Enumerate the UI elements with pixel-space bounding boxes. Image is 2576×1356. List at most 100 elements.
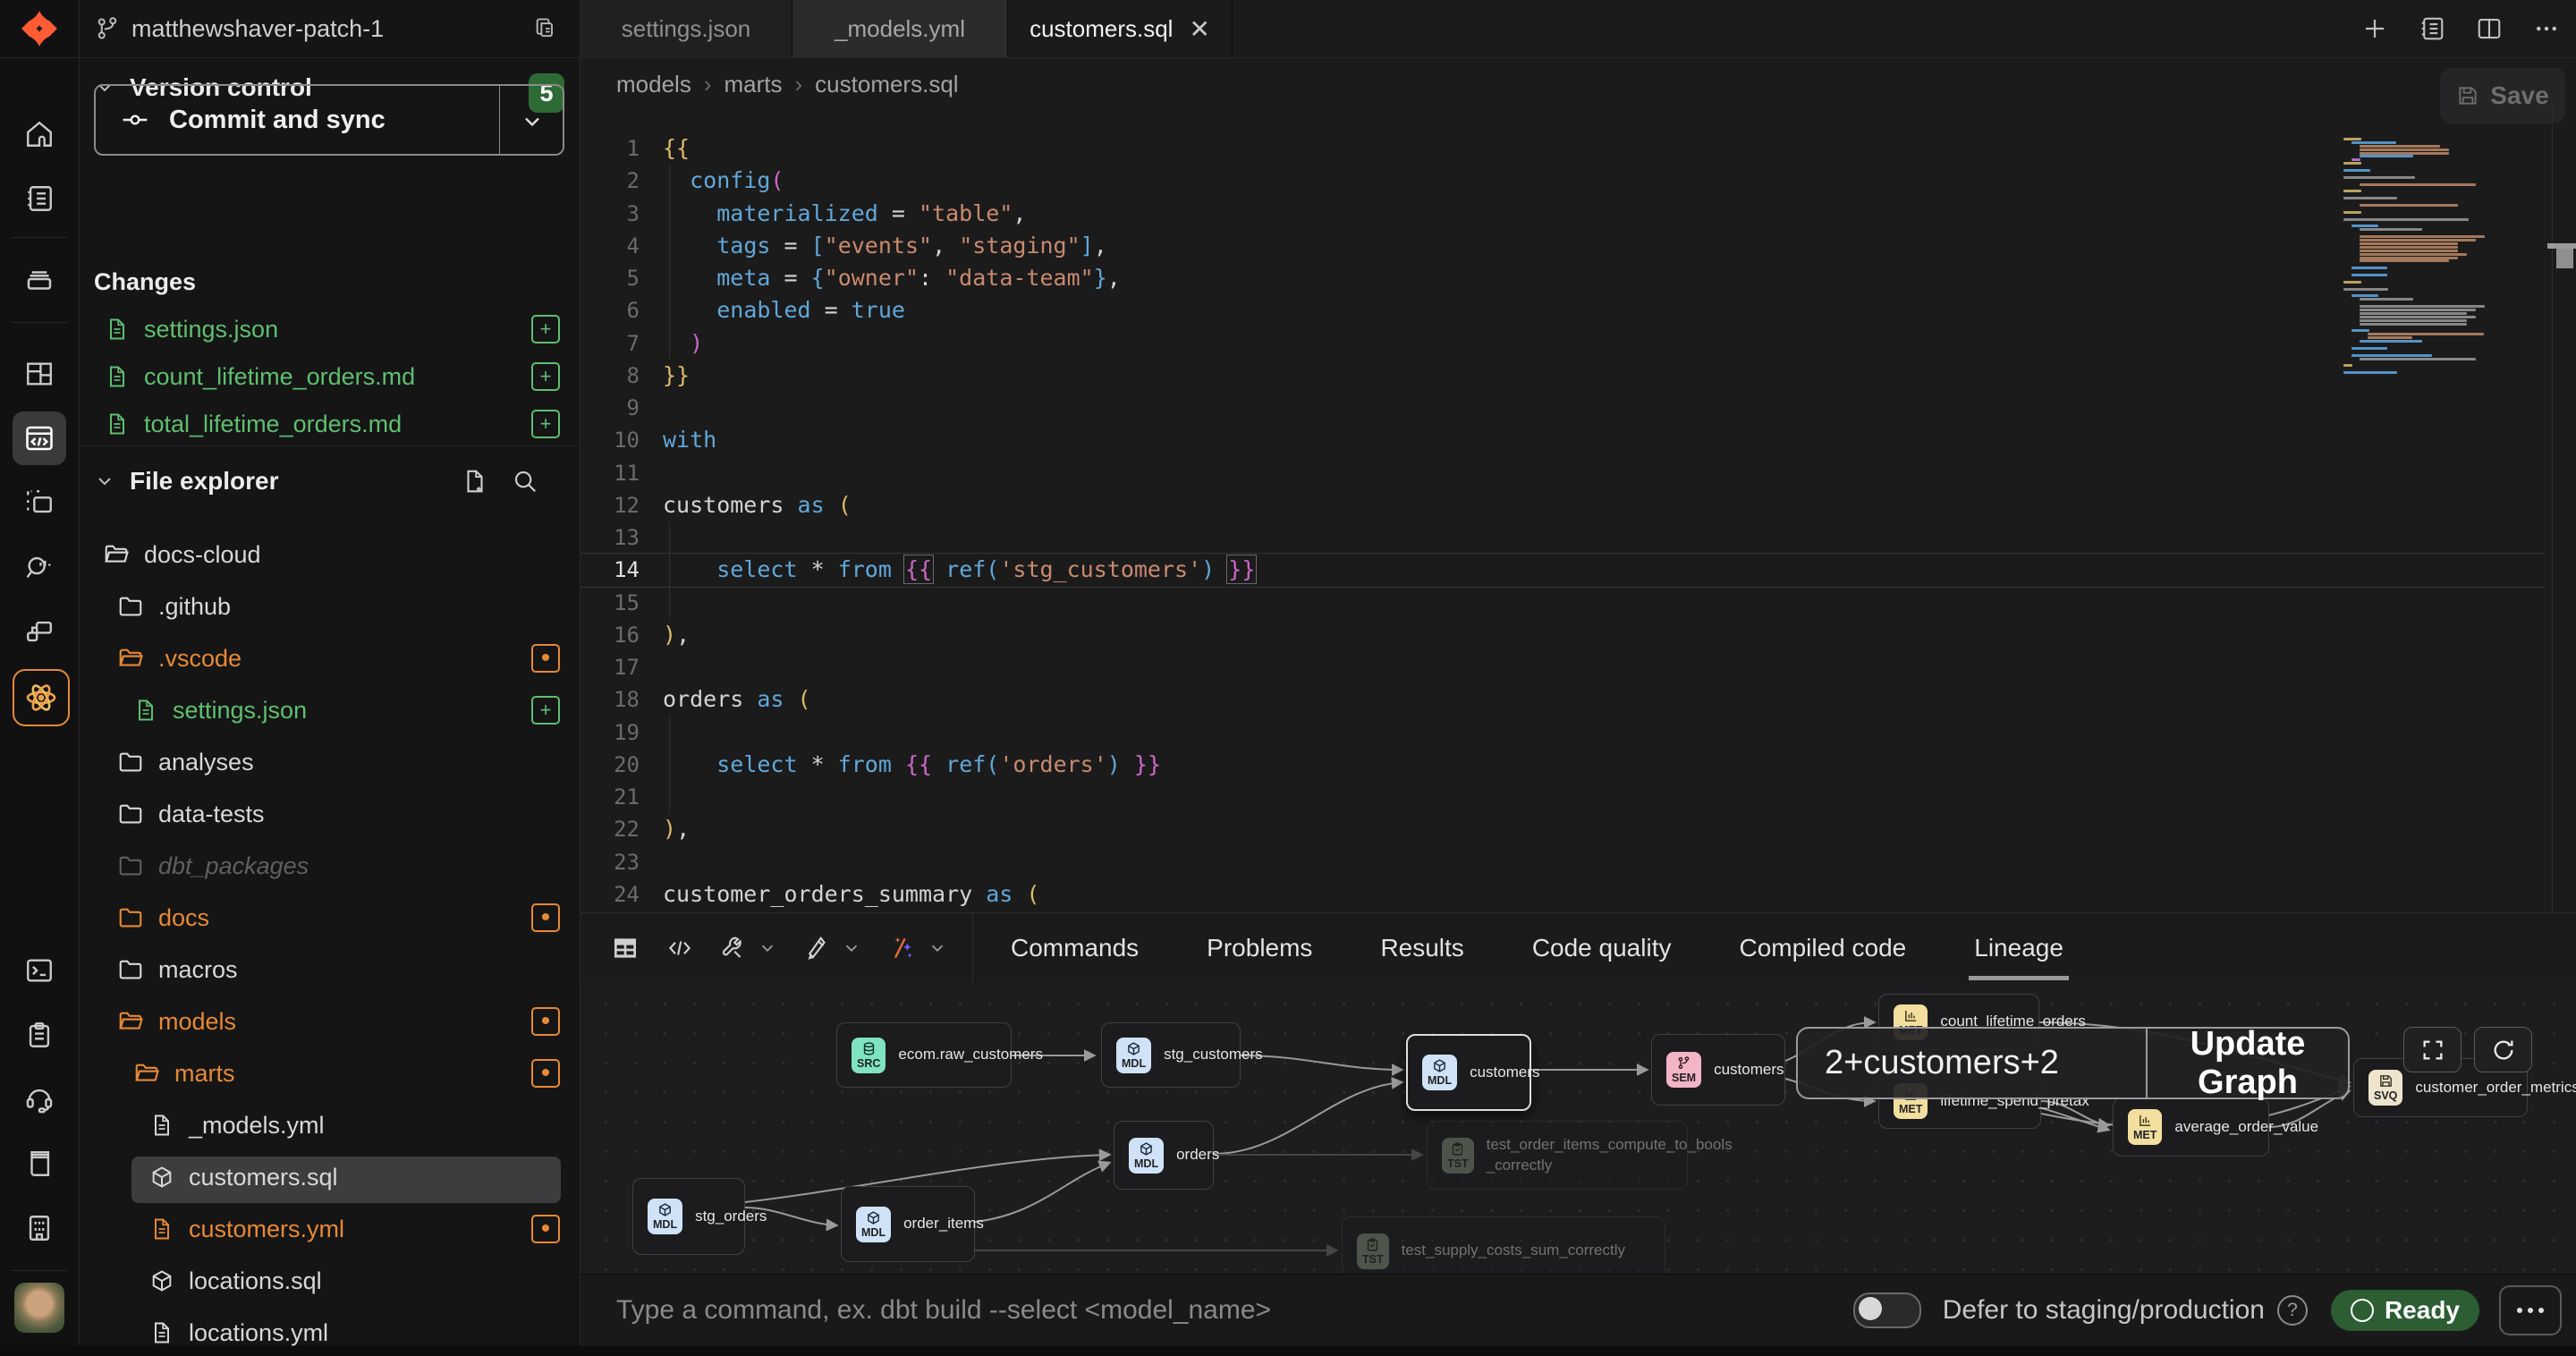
chevron-down-icon[interactable] <box>842 938 861 958</box>
panel-tab-problems[interactable]: Problems <box>1201 916 1318 980</box>
organization-icon[interactable] <box>13 1201 66 1255</box>
tree-item-marts[interactable]: marts• <box>80 1050 580 1097</box>
panel-tab-commands[interactable]: Commands <box>1005 916 1144 980</box>
tree-item-docs[interactable]: docs• <box>80 894 580 941</box>
tasks-icon[interactable] <box>13 1008 66 1062</box>
branch-selector[interactable]: matthewshaver-patch-1 <box>80 0 580 58</box>
lineage-node-test-supply-costs-sum-correctly[interactable]: TSTtest_supply_costs_sum_correctly <box>1342 1216 1665 1274</box>
lineage-node-test-order-items-compute-to-bools[interactable]: TSTtest_order_items_compute_to_bools _co… <box>1427 1121 1688 1190</box>
query-insights-icon[interactable] <box>13 540 66 594</box>
lineage-node-stg-customers[interactable]: MDLstg_customers <box>1101 1022 1241 1088</box>
update-graph-button[interactable]: Update Graph <box>2148 1025 2348 1102</box>
panel-tab-lineage[interactable]: Lineage <box>1969 916 2069 980</box>
tree-item-analyses[interactable]: analyses <box>80 739 580 785</box>
tree-item-customers-sql[interactable]: customers.sql <box>80 1154 580 1200</box>
file-icon <box>105 411 130 436</box>
build-wrench-icon[interactable] <box>720 935 747 962</box>
terminal-icon[interactable] <box>13 944 66 997</box>
dashboard-icon[interactable] <box>13 347 66 401</box>
lineage-node-label: stg_orders <box>695 1207 767 1226</box>
new-tab-icon[interactable] <box>2361 15 2388 42</box>
frame-icon[interactable] <box>13 476 66 530</box>
lineage-node-orders[interactable]: MDLorders <box>1114 1121 1214 1190</box>
mdl-badge-icon: MDL <box>1116 1038 1151 1073</box>
tree-item-macros[interactable]: macros <box>80 946 580 993</box>
search-icon[interactable] <box>512 468 538 495</box>
editor-icon[interactable] <box>13 411 66 465</box>
more-options-button[interactable] <box>2499 1285 2562 1335</box>
orchestration-icon[interactable] <box>13 605 66 658</box>
editor-scrollbar[interactable] <box>2552 106 2576 912</box>
tab--models-yml[interactable]: _models.yml <box>792 0 1008 57</box>
assistant-atom-icon[interactable] <box>13 669 70 726</box>
close-icon[interactable]: ✕ <box>1189 14 1209 44</box>
ai-sparkle-icon[interactable] <box>888 934 917 962</box>
changed-file-row[interactable]: settings.json+ <box>80 306 580 352</box>
results-table-icon[interactable] <box>611 934 640 962</box>
changed-file-row[interactable]: total_lifetime_orders.md+ <box>80 401 580 447</box>
code-editor[interactable]: 1{{2 config(3 materialized = "table",4 t… <box>580 106 2576 912</box>
dbt-logo-icon[interactable] <box>0 0 79 58</box>
format-icon[interactable] <box>804 935 831 962</box>
tab-customers-sql[interactable]: customers.sql✕ <box>1008 0 1233 57</box>
catalog-icon[interactable] <box>13 172 66 225</box>
lineage-selector-input[interactable]: 2+customers+2 <box>1798 1044 2146 1082</box>
lineage-node-customers[interactable]: SEMcustomers <box>1651 1034 1785 1106</box>
docs-book-icon[interactable] <box>13 1137 66 1191</box>
tab-settings-json[interactable]: settings.json <box>580 0 792 57</box>
home-icon[interactable] <box>13 107 66 161</box>
tree-item--vscode[interactable]: .vscode• <box>80 635 580 682</box>
lineage-node-order-items[interactable]: MDLorder_items <box>841 1186 975 1262</box>
command-bar[interactable]: Type a command, ex. dbt build --select <… <box>580 1274 2576 1346</box>
breadcrumb-item[interactable]: models <box>616 71 691 98</box>
panel-tab-compiled-code[interactable]: Compiled code <box>1733 916 1911 980</box>
help-icon[interactable]: ? <box>2277 1295 2308 1326</box>
avatar[interactable] <box>14 1283 64 1333</box>
chevron-down-icon[interactable] <box>928 938 947 958</box>
tree-item-dbt-packages[interactable]: dbt_packages <box>80 843 580 889</box>
fullscreen-button[interactable] <box>2403 1027 2462 1072</box>
tree-item--models-yml[interactable]: _models.yml <box>80 1102 580 1148</box>
bottom-panel-tabs: Commands Problems Results Code quality Compi… <box>580 912 2576 983</box>
split-view-icon[interactable] <box>2476 15 2503 42</box>
new-file-icon[interactable] <box>462 468 488 495</box>
command-input-placeholder[interactable]: Type a command, ex. dbt build --select <… <box>616 1295 1853 1326</box>
lineage-selector: 2+customers+2 Update Graph <box>1796 1027 2350 1099</box>
tree-item-docs-cloud[interactable]: docs-cloud <box>80 531 580 578</box>
copy-icon[interactable] <box>533 16 558 41</box>
refresh-button[interactable] <box>2474 1027 2532 1072</box>
breadcrumb-item[interactable]: marts <box>724 71 783 98</box>
commit-and-sync-button[interactable]: Commit and sync <box>94 84 564 156</box>
lineage-node-customers[interactable]: MDLcustomers <box>1406 1034 1531 1111</box>
more-options-icon[interactable] <box>2533 15 2560 42</box>
tree-item--github[interactable]: .github <box>80 583 580 630</box>
layers-icon[interactable] <box>13 252 66 306</box>
changed-file-row[interactable]: count_lifetime_orders.md+ <box>80 353 580 400</box>
lineage-graph[interactable]: SRCecom.raw_customersMDLstg_customersMDL… <box>580 982 2576 1274</box>
panel-tab-results[interactable]: Results <box>1375 916 1469 980</box>
tree-item-settings-json[interactable]: settings.json+ <box>80 687 580 733</box>
tree-item-data-tests[interactable]: data-tests <box>80 791 580 837</box>
panel-tab-code-quality[interactable]: Code quality <box>1527 916 1677 980</box>
tree-item-label: _models.yml <box>189 1112 325 1140</box>
lineage-node-ecom-raw-customers[interactable]: SRCecom.raw_customers <box>836 1022 1012 1088</box>
code-preview-icon[interactable] <box>666 935 693 962</box>
ready-status-badge[interactable]: Ready <box>2331 1290 2479 1331</box>
chevron-down-icon[interactable] <box>758 938 777 958</box>
added-badge: + <box>531 315 560 343</box>
lineage-node-stg-orders[interactable]: MDLstg_orders <box>632 1178 745 1255</box>
breadcrumb-item[interactable]: customers.sql <box>815 71 958 98</box>
outline-icon[interactable] <box>2419 15 2445 42</box>
tree-item-locations-sql[interactable]: locations.sql <box>80 1258 580 1304</box>
support-headset-icon[interactable] <box>13 1072 66 1126</box>
tree-item-models[interactable]: models• <box>80 998 580 1045</box>
commit-and-sync-label: Commit and sync <box>169 106 386 135</box>
scrollbar-thumb[interactable] <box>2556 249 2573 268</box>
commit-options-chevron-icon[interactable] <box>520 109 545 134</box>
defer-toggle[interactable] <box>1853 1292 1921 1328</box>
folder-icon <box>117 593 144 620</box>
lineage-node-average-order-value[interactable]: METaverage_order_value <box>2113 1098 2269 1157</box>
tree-item-customers-yml[interactable]: customers.yml• <box>80 1206 580 1252</box>
file-explorer-header[interactable]: File explorer <box>94 462 565 501</box>
tree-item-locations-yml[interactable]: locations.yml <box>80 1309 580 1356</box>
